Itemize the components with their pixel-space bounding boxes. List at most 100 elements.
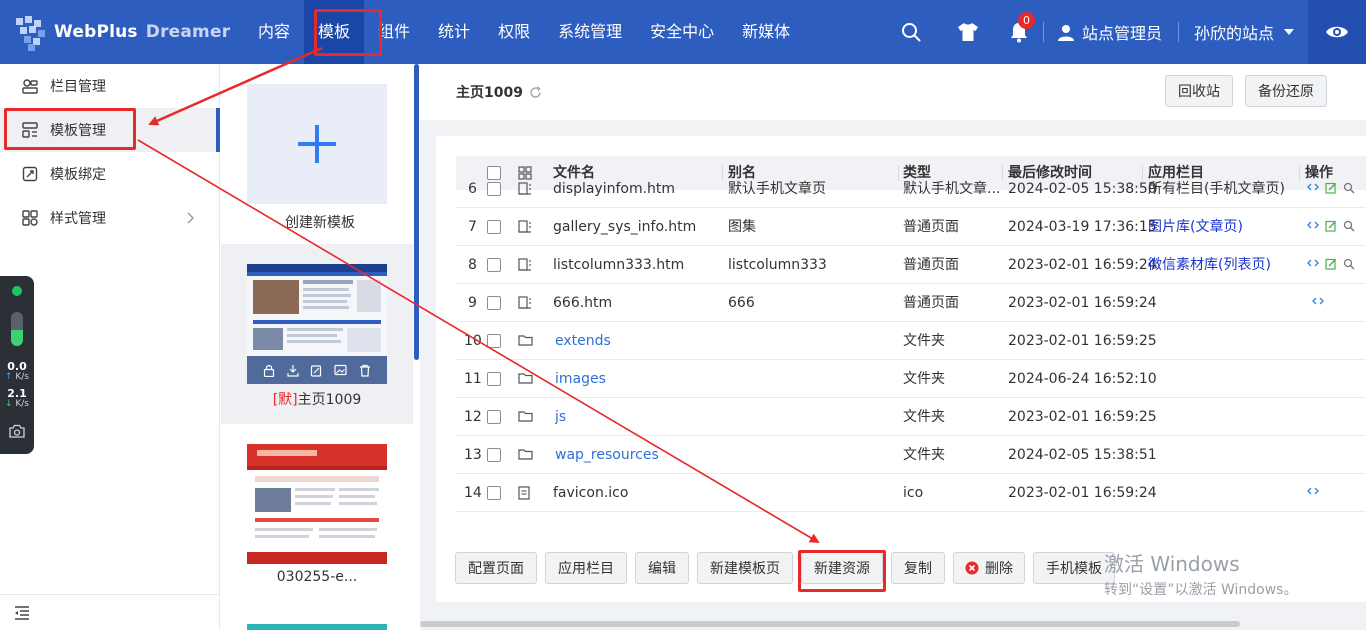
edit-icon[interactable] (1325, 182, 1337, 194)
file-type: 普通页面 (903, 295, 959, 311)
nav-permission[interactable]: 权限 (484, 0, 544, 64)
lock-icon[interactable] (263, 364, 275, 377)
nav-security[interactable]: 安全中心 (636, 0, 728, 64)
row-checkbox[interactable] (487, 410, 501, 424)
camera-icon[interactable] (9, 424, 25, 438)
code-icon[interactable] (1307, 258, 1319, 268)
image-icon[interactable] (334, 364, 347, 376)
trash-icon[interactable] (359, 364, 371, 377)
apply-column-button[interactable]: 应用栏目 (545, 552, 627, 584)
table-row[interactable]: 7 gallery_sys_info.htm 图集 普通页面 2024-03-19 17… (456, 208, 1366, 246)
status-dot (12, 286, 22, 296)
template-action-bar (247, 356, 387, 384)
row-actions (1307, 486, 1319, 496)
file-name-link[interactable]: wap_resources (555, 436, 725, 474)
create-template-button[interactable] (247, 84, 387, 204)
table-row[interactable]: 9 666.htm 666 普通页面 2023-02-01 16:59:24 (456, 284, 1366, 322)
new-template-page-button[interactable]: 新建模板页 (697, 552, 793, 584)
file-modified-time: 2023-02-01 16:59:24 (1008, 295, 1157, 311)
row-checkbox[interactable] (487, 334, 501, 348)
file-name-link[interactable]: js (555, 398, 725, 436)
search-icon[interactable] (901, 22, 921, 42)
table-row[interactable]: 6 displayinfom.htm 默认手机文章页 默认手机文章... 2024-02… (456, 170, 1366, 208)
edit-icon[interactable] (310, 364, 322, 377)
row-checkbox[interactable] (487, 296, 501, 310)
code-icon[interactable] (1307, 220, 1319, 230)
file-name: displayinfom.htm (553, 181, 676, 197)
row-index: 7 (468, 219, 477, 235)
row-checkbox[interactable] (487, 220, 501, 234)
backup-restore-button[interactable]: 备份还原 (1245, 75, 1327, 107)
search-icon[interactable] (1343, 220, 1355, 232)
copy-button[interactable]: 复制 (891, 552, 945, 584)
action-toolbar: 配置页面 应用栏目 编辑 新建模板页 新建资源 复制 删除 手机模板 (436, 544, 1366, 602)
sidebar-item-style[interactable]: 样式管理 (0, 196, 220, 240)
site-name: 孙欣的站点 (1194, 24, 1275, 43)
download-icon[interactable] (287, 364, 299, 377)
file-alias: 默认手机文章页 (728, 181, 826, 197)
nav-content[interactable]: 内容 (244, 0, 304, 64)
table-row[interactable]: 11 images 文件夹 2024-06-24 16:52:10 (456, 360, 1366, 398)
scrollbar[interactable] (414, 64, 419, 360)
nav-new-media[interactable]: 新媒体 (728, 0, 804, 64)
new-resource-button[interactable]: 新建资源 (801, 552, 883, 584)
sidebar-highlight-box (4, 108, 136, 150)
logo-mark-icon (14, 14, 50, 51)
code-icon[interactable] (1307, 486, 1319, 496)
config-page-button[interactable]: 配置页面 (455, 552, 537, 584)
chevron-right-icon (187, 212, 194, 224)
refresh-icon[interactable] (529, 85, 542, 99)
mobile-template-button[interactable]: 手机模板 (1033, 552, 1115, 584)
template-thumbnail[interactable] (247, 624, 387, 630)
edit-icon[interactable] (1325, 258, 1337, 270)
row-checkbox[interactable] (487, 182, 501, 196)
collapse-sidebar-button[interactable] (0, 594, 220, 630)
applied-column-link[interactable]: 微信素材库(列表页) (1148, 246, 1298, 284)
site-selector[interactable]: 孙欣的站点 (1194, 0, 1295, 64)
table-row[interactable]: 13 wap_resources 文件夹 2024-02-05 15:38:51 (456, 436, 1366, 474)
file-name-link[interactable]: images (555, 360, 725, 398)
search-icon[interactable] (1343, 258, 1355, 270)
template-name: [默]主页1009 (272, 392, 362, 408)
applied-column-link[interactable]: 图片库(文章页) (1148, 208, 1298, 246)
table-row[interactable]: 10 extends 文件夹 2023-02-01 16:59:25 (456, 322, 1366, 360)
table-row[interactable]: 8 listcolumn333.htm listcolumn333 普通页面 2023-… (456, 246, 1366, 284)
arrow-up-icon: ↑ (4, 372, 13, 382)
row-index: 6 (468, 181, 477, 197)
file-modified-time: 2024-02-05 15:38:50 (1008, 181, 1157, 197)
page-type-icon (518, 220, 532, 233)
template-thumbnail[interactable] (247, 444, 387, 564)
row-actions (1307, 220, 1355, 232)
code-icon[interactable] (1312, 296, 1324, 306)
table-row[interactable]: 14 favicon.ico ico 2023-02-01 16:59:24 (456, 474, 1366, 512)
nav-statistics[interactable]: 统计 (424, 0, 484, 64)
caret-down-icon (1284, 29, 1295, 35)
table-row[interactable]: 12 js 文件夹 2023-02-01 16:59:25 (456, 398, 1366, 436)
row-checkbox[interactable] (487, 448, 501, 462)
delete-button[interactable]: 删除 (953, 552, 1025, 584)
row-checkbox[interactable] (487, 486, 501, 500)
file-type: 普通页面 (903, 219, 959, 235)
edit-button[interactable]: 编辑 (635, 552, 689, 584)
file-table-card: 文件名 别名 类型 最后修改时间 应用栏目 操作 6 displayinfom.h… (436, 136, 1366, 602)
row-index: 8 (468, 257, 477, 273)
main-panel: 主页1009 回收站 备份还原 文件名 别名 类型 最后修改时间 应用栏目 操作… (420, 64, 1366, 630)
search-icon[interactable] (1343, 182, 1355, 194)
horizontal-scrollbar[interactable] (420, 621, 1240, 627)
sidebar-item-column[interactable]: 栏目管理 (0, 64, 220, 108)
logo[interactable]: WebPlus Dreamer (14, 14, 230, 51)
template-preview-image (247, 444, 387, 564)
sidebar-item-binding[interactable]: 模板绑定 (0, 152, 220, 196)
file-name-link[interactable]: extends (555, 322, 725, 360)
network-monitor-widget[interactable]: 0.0 ↑ K/s 2.1 ↓ K/s (0, 276, 34, 454)
edit-icon[interactable] (1325, 220, 1337, 232)
row-checkbox[interactable] (487, 258, 501, 272)
recycle-bin-button[interactable]: 回收站 (1165, 75, 1233, 107)
row-checkbox[interactable] (487, 372, 501, 386)
theme-shirt-icon[interactable] (957, 22, 979, 42)
preview-button[interactable] (1308, 0, 1366, 64)
nav-system[interactable]: 系统管理 (544, 0, 636, 64)
code-icon[interactable] (1307, 182, 1319, 192)
user-menu[interactable]: 站点管理员 (1058, 0, 1162, 64)
row-index: 10 (464, 333, 482, 349)
